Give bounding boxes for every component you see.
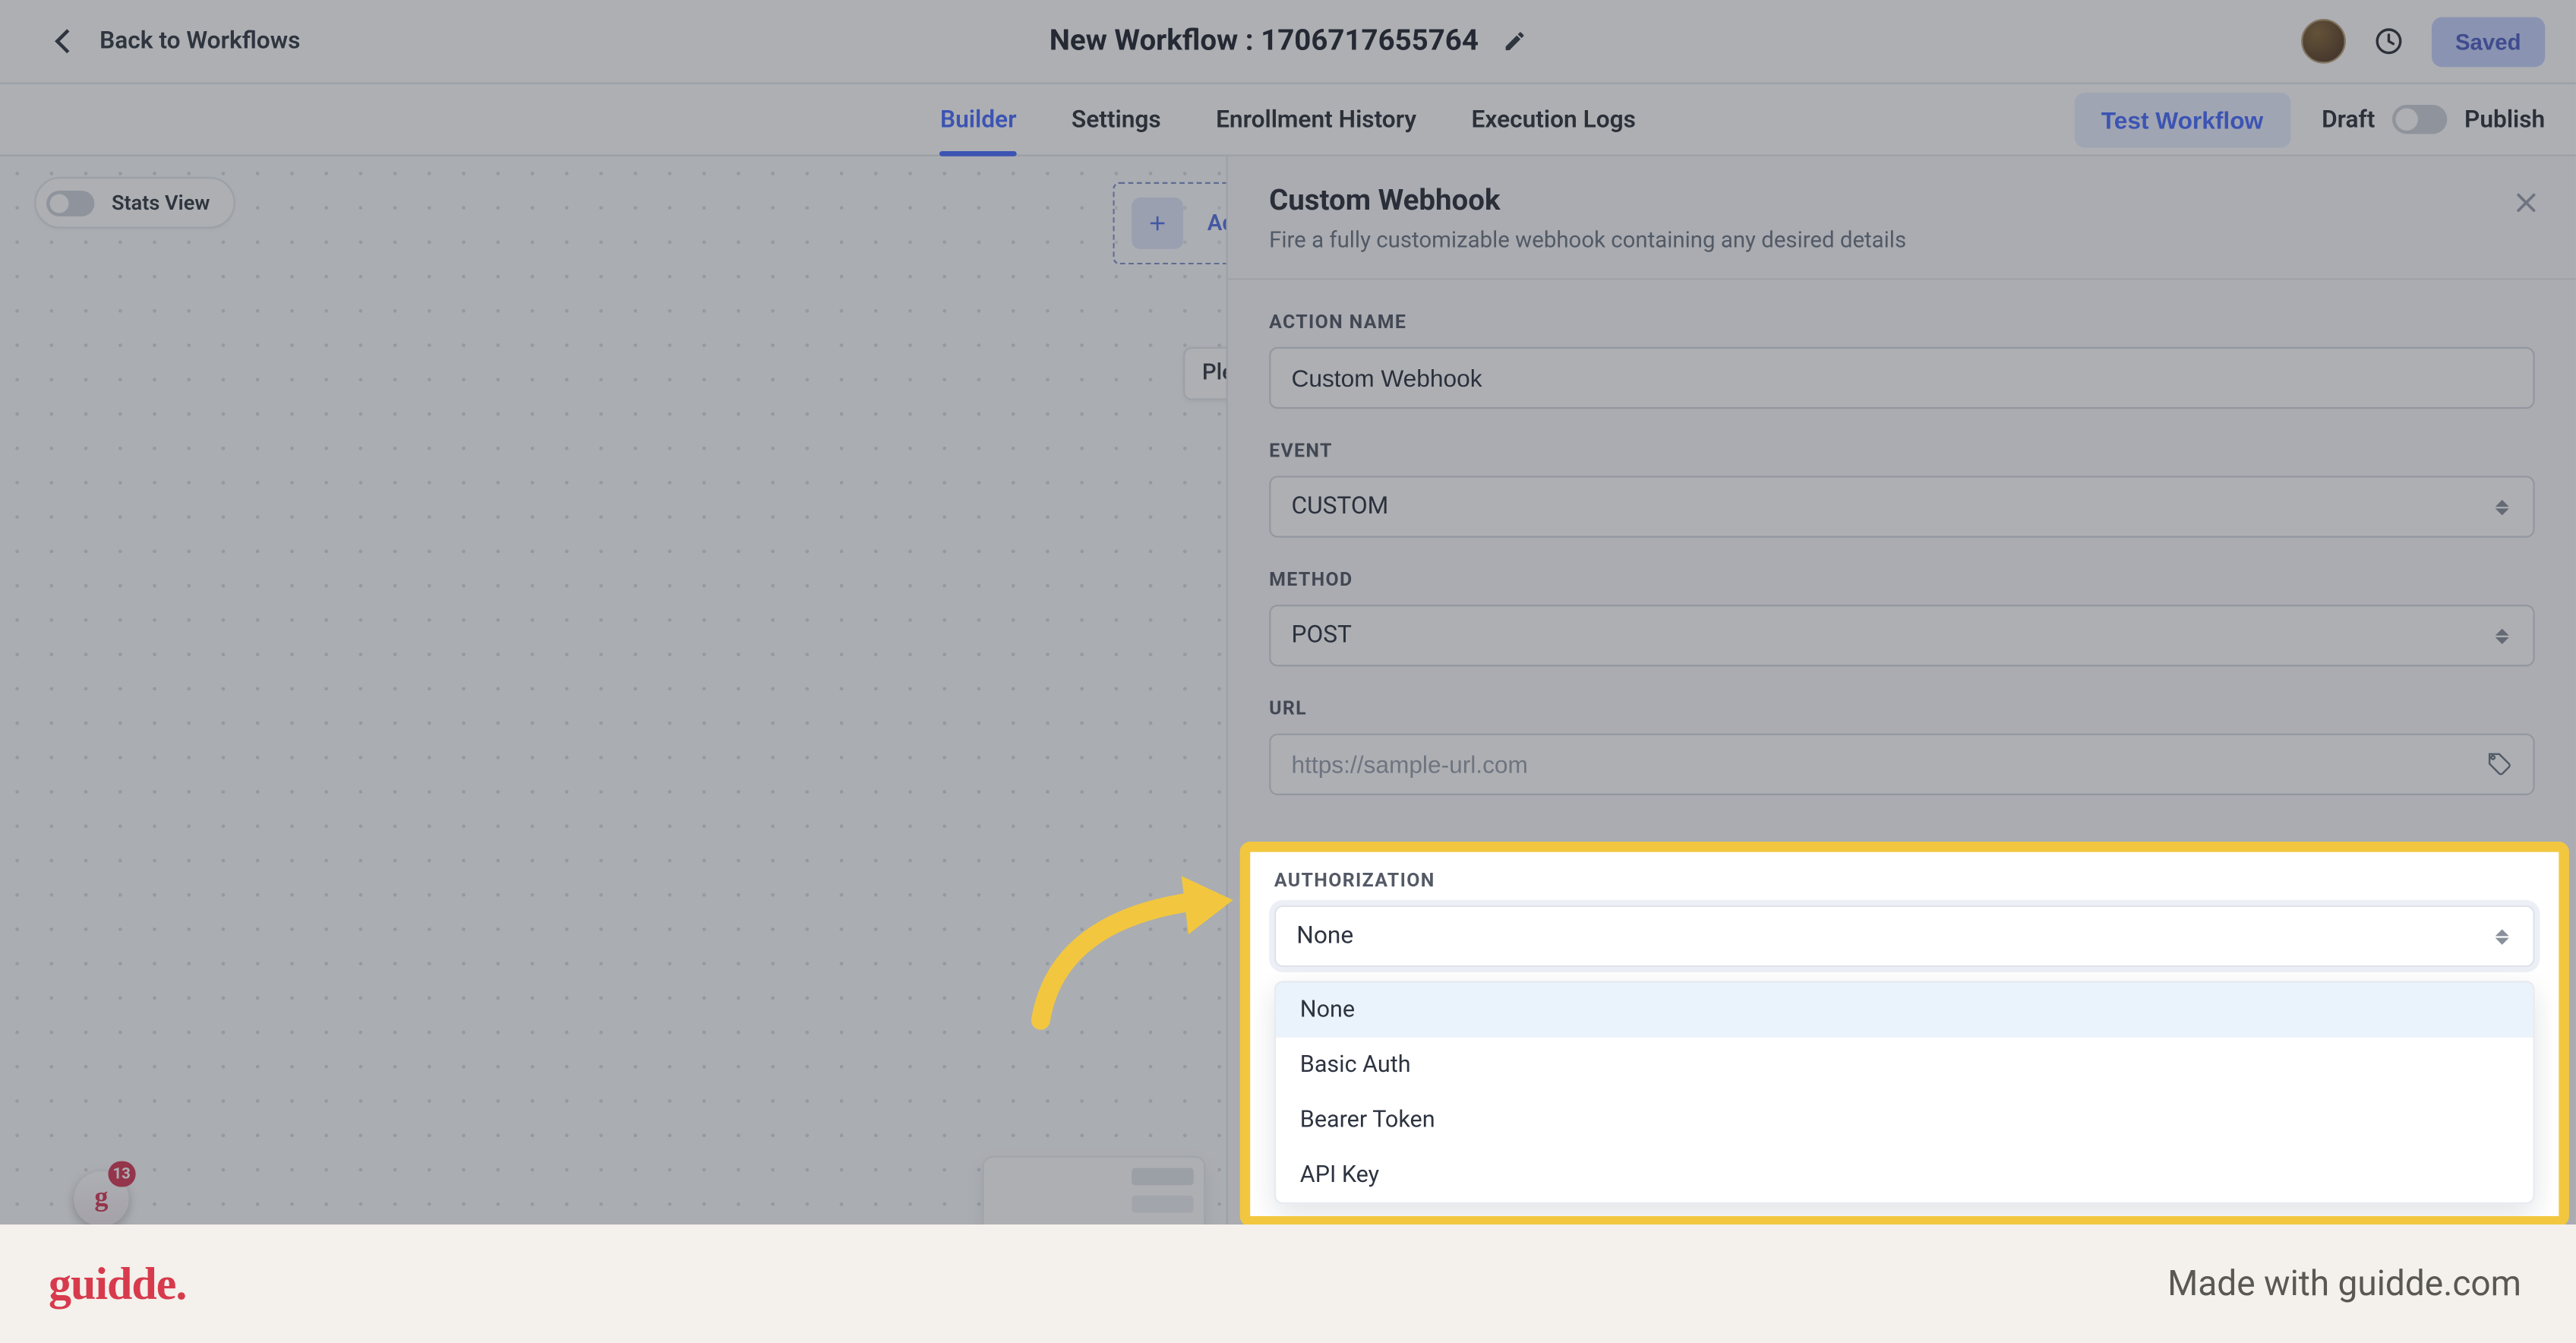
select-caret-icon <box>2496 928 2513 943</box>
guidde-footer: guidde. Made with guidde.com <box>0 1224 2576 1343</box>
tutorial-arrow-icon <box>1024 866 1247 1031</box>
highlight-authorization: AUTHORIZATION None None Basic Auth Beare… <box>1240 842 2569 1227</box>
auth-option-basic[interactable]: Basic Auth <box>1276 1038 2533 1092</box>
made-with-text: Made with guidde.com <box>2167 1263 2521 1304</box>
auth-option-bearer[interactable]: Bearer Token <box>1276 1092 2533 1147</box>
auth-option-apikey[interactable]: API Key <box>1276 1148 2533 1202</box>
authorization-label: AUTHORIZATION <box>1274 869 2535 891</box>
guidde-brand: guidde. <box>49 1258 186 1310</box>
auth-option-none[interactable]: None <box>1276 982 2533 1037</box>
authorization-value: None <box>1296 922 1353 950</box>
authorization-select[interactable]: None <box>1274 905 2535 967</box>
authorization-dropdown: None Basic Auth Bearer Token API Key <box>1274 981 2535 1204</box>
